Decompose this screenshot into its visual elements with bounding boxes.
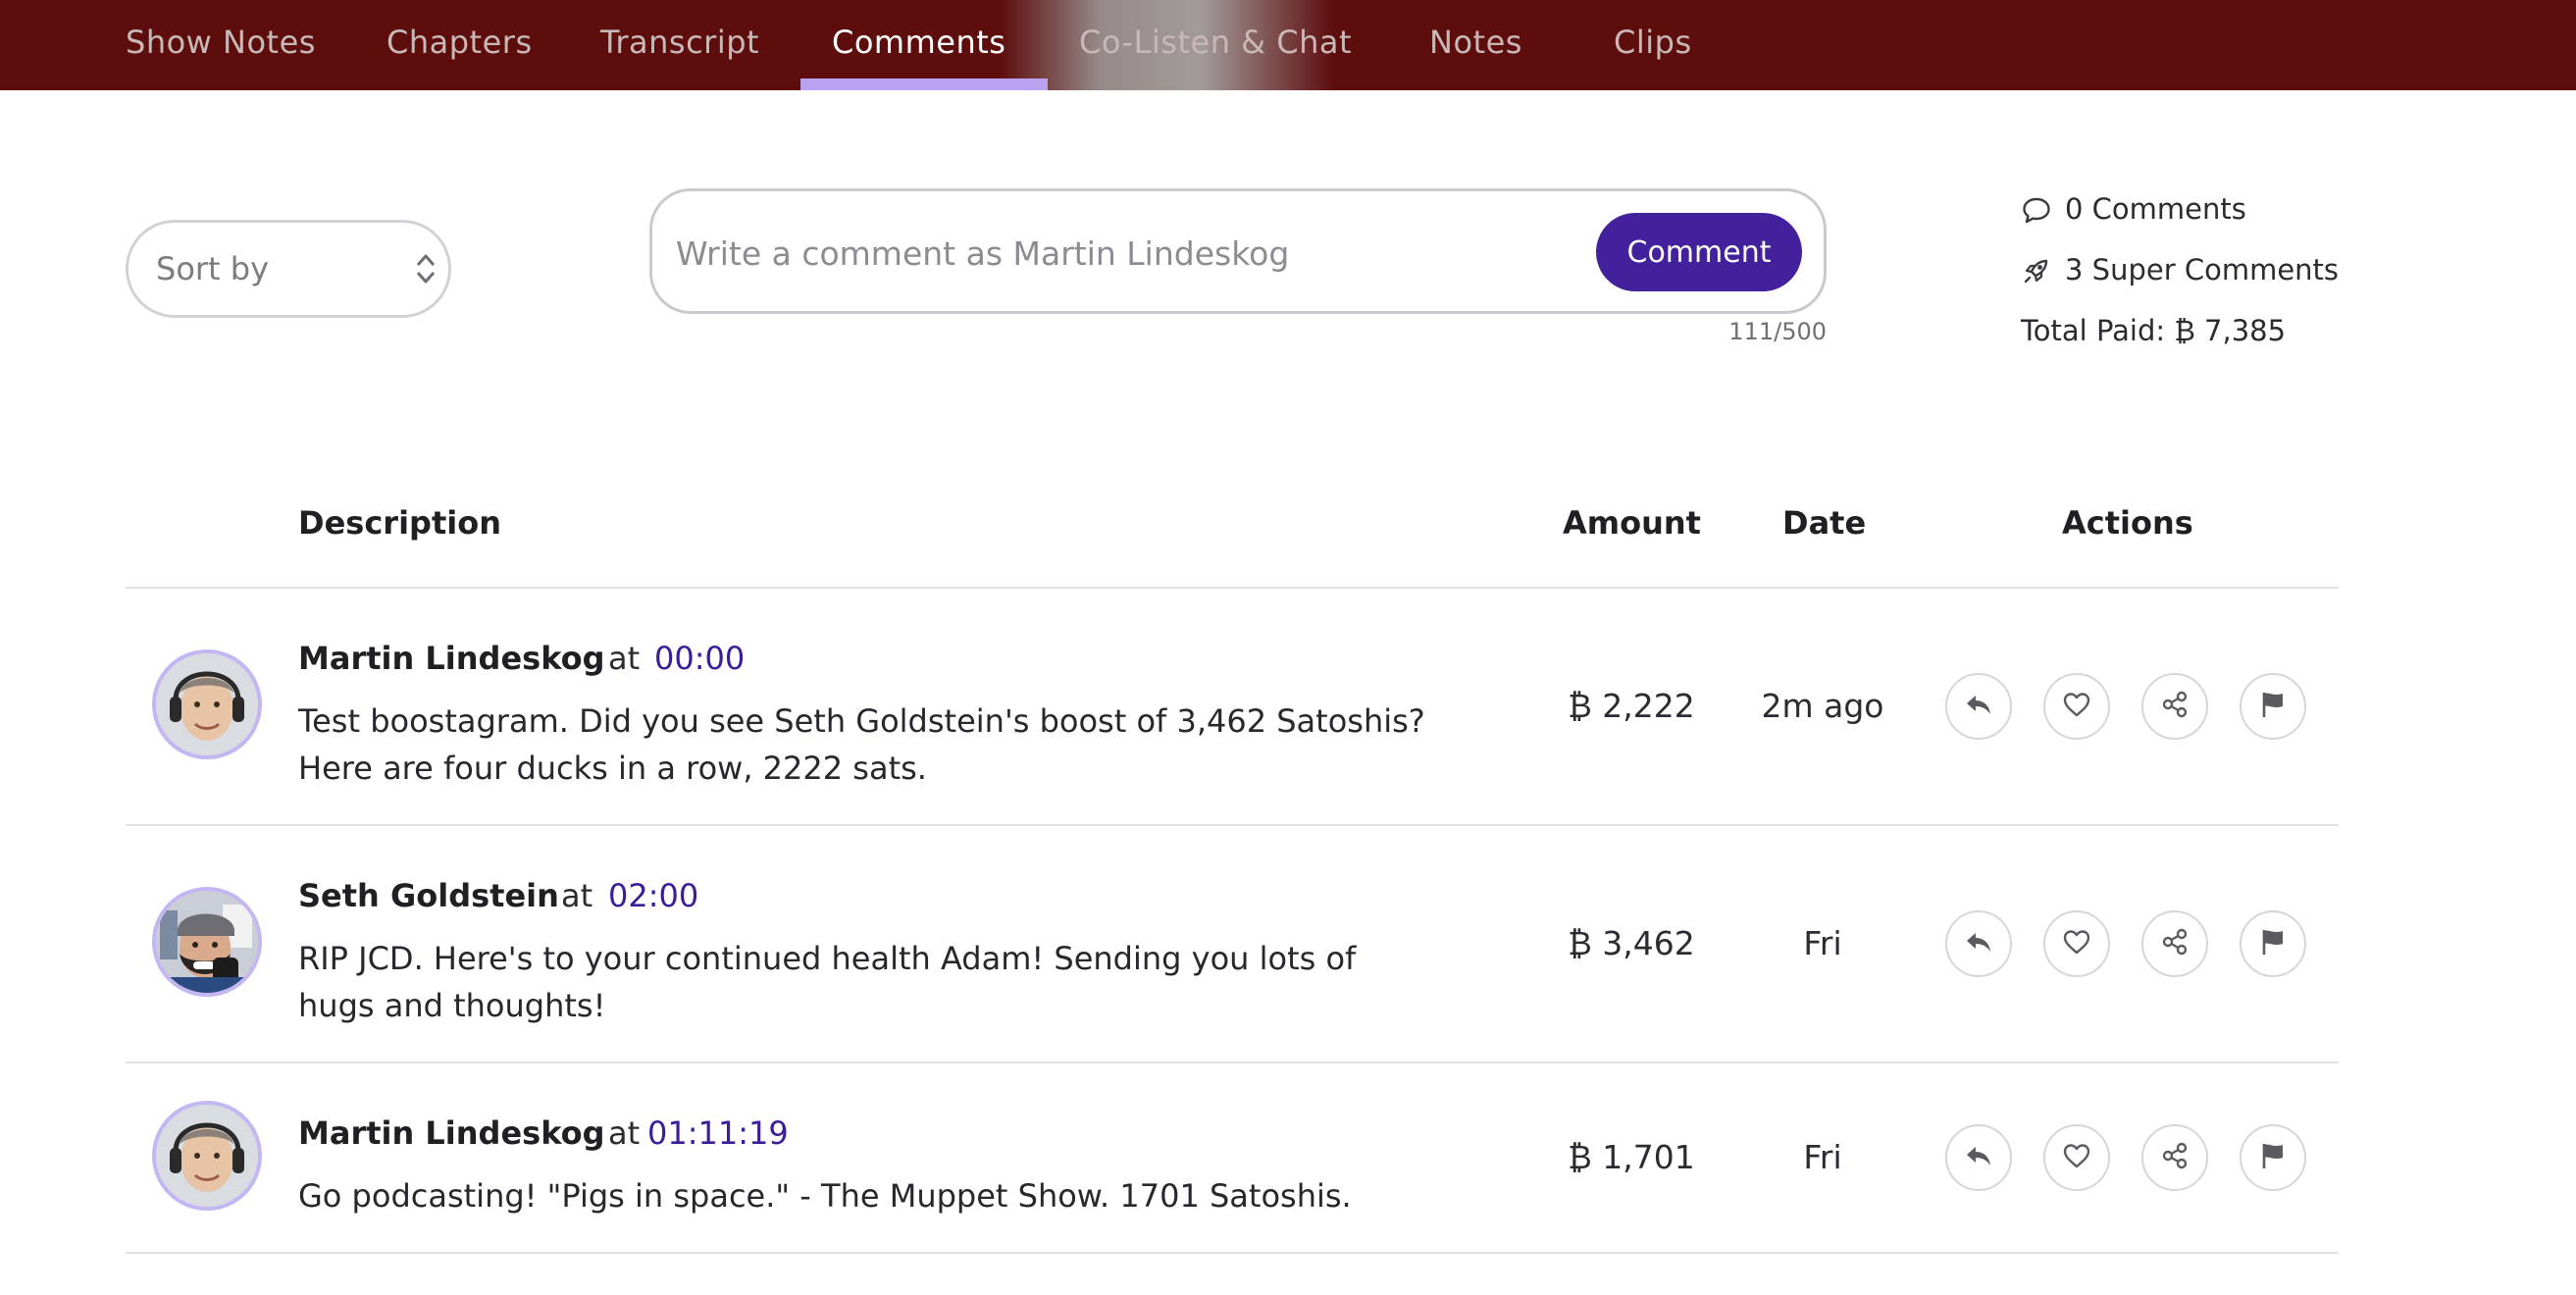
tab-notes[interactable]: Notes xyxy=(1429,0,1522,90)
char-count: 111/500 xyxy=(1728,318,1827,345)
tab-chapters[interactable]: Chapters xyxy=(386,0,533,90)
divider xyxy=(126,824,2339,826)
tab-comments[interactable]: Comments xyxy=(832,0,1005,90)
comment-timestamp[interactable]: 02:00 xyxy=(608,877,698,914)
comment-bubble-icon xyxy=(2021,194,2052,233)
flag-icon xyxy=(2257,926,2289,961)
flag-icon xyxy=(2257,1140,2289,1175)
sort-select[interactable]: Sort by xyxy=(126,220,451,318)
flag-button[interactable] xyxy=(2240,673,2306,740)
tab-co-listen-chat[interactable]: Co-Listen & Chat xyxy=(1079,0,1352,90)
reply-icon xyxy=(1963,689,1994,724)
comment-timestamp[interactable]: 01:11:19 xyxy=(647,1114,789,1152)
comment-button[interactable]: Comment xyxy=(1596,213,1802,291)
share-icon xyxy=(2159,926,2190,961)
comment-date: Fri xyxy=(1803,924,1842,962)
comment-input[interactable] xyxy=(674,225,1561,282)
top-nav: Show Notes Chapters Transcript Comments … xyxy=(0,0,2576,90)
rocket-icon xyxy=(2021,255,2052,293)
sort-label: Sort by xyxy=(156,250,270,287)
comment-text-line-1: RIP JCD. Here's to your continued health… xyxy=(298,940,1357,977)
active-tab-indicator xyxy=(800,78,1048,90)
heart-icon xyxy=(2061,1140,2092,1175)
comment-date: Fri xyxy=(1803,1138,1842,1176)
at-label: at xyxy=(608,640,641,677)
reply-icon xyxy=(1963,1140,1994,1175)
share-icon xyxy=(2159,689,2190,724)
divider xyxy=(126,587,2339,589)
comment-text-line-2: hugs and thoughts! xyxy=(298,987,606,1024)
avatar[interactable] xyxy=(152,887,262,997)
like-button[interactable] xyxy=(2043,910,2110,977)
like-button[interactable] xyxy=(2043,673,2110,740)
flag-icon xyxy=(2257,689,2289,724)
at-label: at xyxy=(561,877,593,914)
divider xyxy=(126,1062,2339,1063)
comment-text-line-1: Go podcasting! "Pigs in space." - The Mu… xyxy=(298,1177,1352,1215)
avatar[interactable] xyxy=(152,1101,262,1211)
reply-button[interactable] xyxy=(1945,1124,2012,1191)
comment-amount: ₿ 3,462 xyxy=(1568,924,1695,962)
header-description: Description xyxy=(298,504,501,542)
super-comments-label: 3 Super Comments xyxy=(2065,253,2340,286)
flag-button[interactable] xyxy=(2240,1124,2306,1191)
comment-composer: Comment xyxy=(649,188,1827,314)
tab-show-notes[interactable]: Show Notes xyxy=(126,0,316,90)
tab-clips[interactable]: Clips xyxy=(1614,0,1692,90)
comment-text-line-1: Test boostagram. Did you see Seth Goldst… xyxy=(298,702,1425,740)
share-icon xyxy=(2159,1140,2190,1175)
heart-icon xyxy=(2061,926,2092,961)
comment-text-line-2: Here are four ducks in a row, 2222 sats. xyxy=(298,750,927,787)
reply-button[interactable] xyxy=(1945,673,2012,740)
comment-amount: ₿ 2,222 xyxy=(1568,687,1695,725)
share-button[interactable] xyxy=(2141,1124,2208,1191)
sort-arrows-icon xyxy=(415,252,437,289)
reply-icon xyxy=(1963,926,1994,961)
comments-count-label: 0 Comments xyxy=(2065,192,2246,226)
share-button[interactable] xyxy=(2141,910,2208,977)
tab-transcript[interactable]: Transcript xyxy=(600,0,759,90)
divider xyxy=(126,1252,2339,1254)
avatar[interactable] xyxy=(152,649,262,759)
comment-amount: ₿ 1,701 xyxy=(1568,1138,1695,1176)
at-label: at xyxy=(608,1114,641,1152)
share-button[interactable] xyxy=(2141,673,2208,740)
comment-date: 2m ago xyxy=(1761,687,1884,725)
like-button[interactable] xyxy=(2043,1124,2110,1191)
header-amount: Amount xyxy=(1563,504,1701,542)
reply-button[interactable] xyxy=(1945,910,2012,977)
comment-author: Martin Lindeskog xyxy=(298,1114,605,1152)
header-actions: Actions xyxy=(2062,504,2193,542)
heart-icon xyxy=(2061,689,2092,724)
total-paid-label: Total Paid: ₿ 7,385 xyxy=(2021,314,2287,347)
flag-button[interactable] xyxy=(2240,910,2306,977)
header-date: Date xyxy=(1782,504,1867,542)
comment-author: Martin Lindeskog xyxy=(298,640,605,677)
comment-author: Seth Goldstein xyxy=(298,877,559,914)
comment-timestamp[interactable]: 00:00 xyxy=(654,640,745,677)
